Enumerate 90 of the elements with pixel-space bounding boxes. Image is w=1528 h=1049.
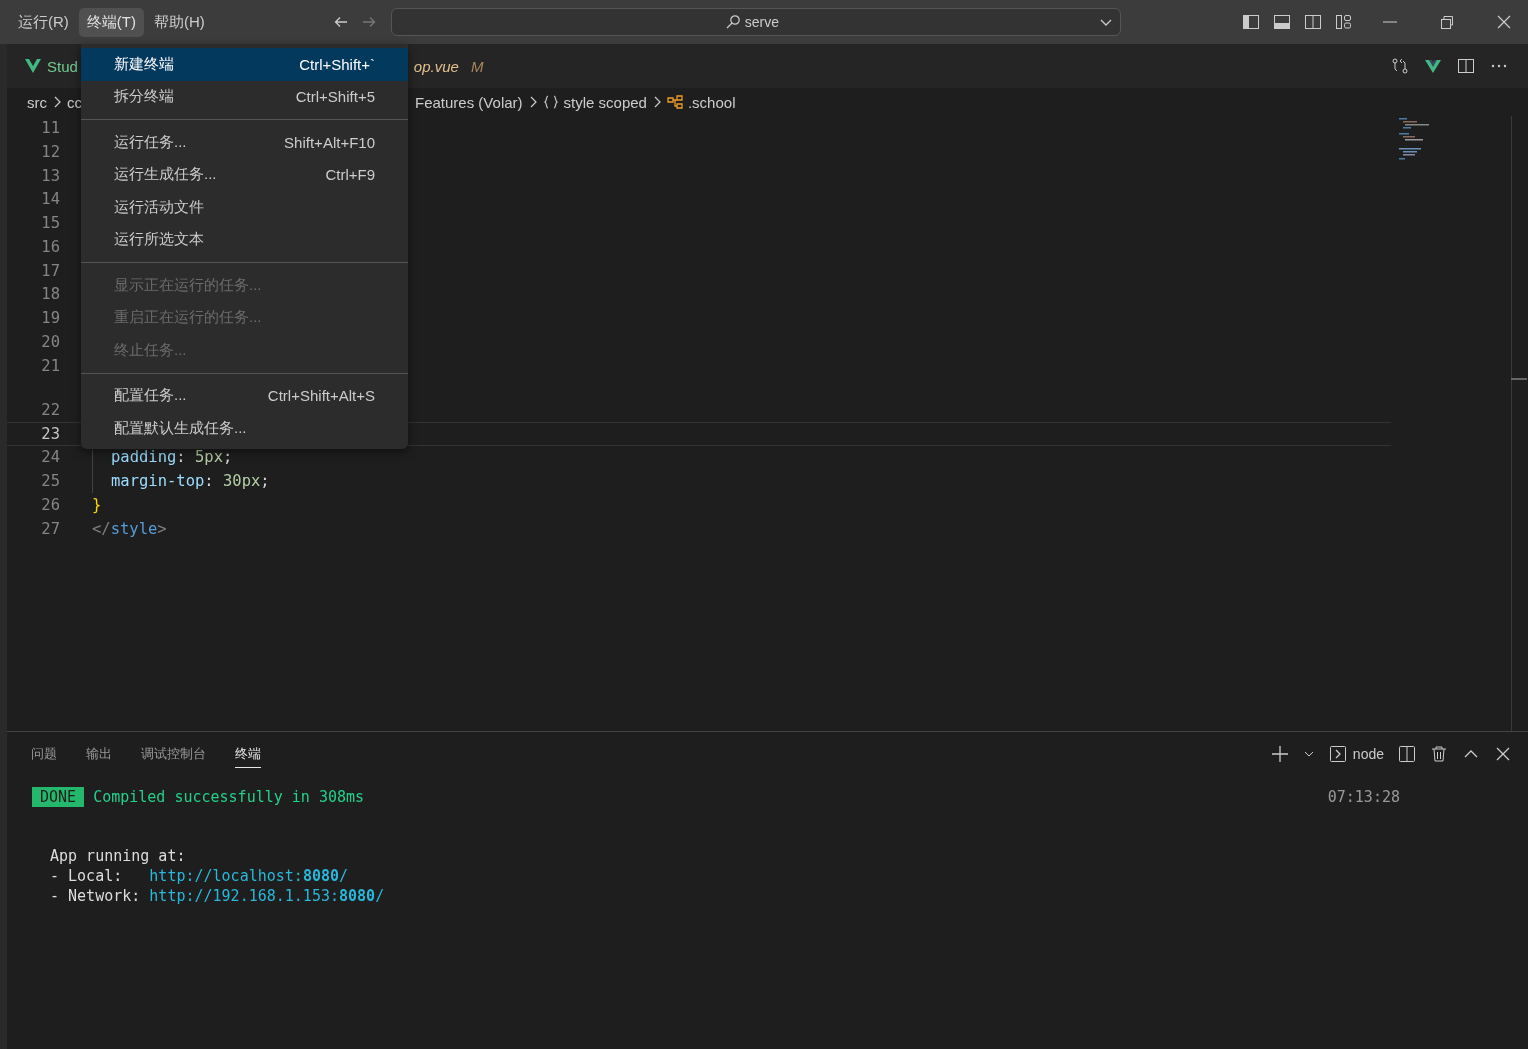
vue-logo-icon[interactable] [1424,57,1442,75]
line-number: 14 [40,189,60,211]
line-number: 25 [40,471,60,493]
shortcut-label: Ctrl+Shift+5 [295,88,375,106]
panel-toggle-icon[interactable] [1271,12,1292,32]
line-number: 27 [40,518,60,540]
line-number: 22 [40,399,60,421]
breadcrumb-item[interactable]: src [27,93,47,111]
menu-item[interactable]: 运行活动文件 [81,191,408,224]
panel-tab[interactable]: 输出 [86,740,112,768]
menu-item-label: 配置任务... [114,386,187,406]
split-layout-icon[interactable] [1302,12,1323,32]
terminal-text: App running at: [50,847,186,865]
scrollbar[interactable] [1511,378,1527,380]
code-line: margin-top: 30px; [92,469,270,494]
menu-item[interactable]: 配置任务... Ctrl+Shift+Alt+S [81,379,408,412]
menu-bar-item[interactable]: 运行(R) [10,7,77,37]
terminal-icon[interactable] [1328,745,1347,763]
menu-item-label: 终止任务... [114,340,187,360]
line-number: 12 [40,141,60,163]
restore-icon[interactable] [1438,14,1455,30]
sidebar-toggle-icon[interactable] [1240,12,1261,32]
menu-item[interactable]: 运行任务... Shift+Alt+F10 [81,126,408,159]
breadcrumb-item[interactable]: .school [687,93,736,111]
menu-item-label: 配置默认生成任务... [114,418,247,438]
braces-icon [542,94,559,110]
url-link[interactable]: http://localhost:8080/ [149,867,349,885]
line-number: 26 [40,495,60,517]
terminal-name[interactable]: node [1352,746,1384,762]
shortcut-label: Ctrl+Shift+Alt+S [267,387,375,405]
split-terminal-icon[interactable] [1398,745,1416,763]
command-center-text: serve [744,14,779,30]
menu-item[interactable]: 配置默认生成任务... [81,412,408,445]
breadcrumb-item[interactable]: style scoped [563,93,647,111]
shortcut-label: Shift+Alt+F10 [284,133,375,151]
line-number: 13 [40,165,60,187]
terminal-text: - Local: [50,867,124,885]
editor-tab[interactable]: Stud [7,44,78,88]
line-number: 11 [40,117,60,139]
menu-item-label: 新建终端 [114,54,174,74]
close-icon[interactable] [1495,14,1512,30]
chevron-right-icon [52,95,62,109]
breadcrumb-item[interactable]: cc [67,93,82,111]
search-icon [724,14,741,30]
trash-icon[interactable] [1430,745,1448,763]
menu-item[interactable]: 新建终端 Ctrl+Shift+` [81,48,408,81]
panel-tab[interactable]: 问题 [31,740,57,768]
compare-changes-icon[interactable] [1391,57,1409,75]
timestamp: 07:13:28 [1327,788,1400,806]
menu-item[interactable]: 运行生成任务... Ctrl+F9 [81,158,408,191]
line-number: 21 [40,355,60,377]
close-icon[interactable] [1494,745,1512,763]
line-number: 23 [40,423,60,445]
menu-item-label: 运行生成任务... [114,165,217,185]
editor-tab[interactable]: op.vue M [413,44,484,88]
menu-item-label: 运行所选文本 [114,230,204,250]
menu-item[interactable]: 拆分终端 Ctrl+Shift+5 [81,80,408,113]
vue-file-icon [25,58,41,74]
menu-item-label: 显示正在运行的任务... [114,275,262,295]
line-number: 17 [40,260,60,282]
menu-item-label: 运行任务... [114,132,187,152]
command-center[interactable]: serve [390,8,1121,36]
back-arrow-icon[interactable] [332,14,349,30]
line-number: 20 [40,332,60,354]
terminal-text: - Network: [50,887,142,905]
menu-item-label: 重启正在运行的任务... [114,308,262,328]
line-number: 18 [40,284,60,306]
menu-item-label: 运行活动文件 [114,197,204,217]
shortcut-label: Ctrl+F9 [325,166,375,184]
menu-bar-item[interactable]: 帮助(H) [146,7,213,37]
class-symbol-icon [666,94,683,110]
code-line: } [92,495,102,517]
code-line: </style> [92,518,167,540]
menu-item[interactable]: 运行所选文本 [81,223,408,256]
split-editor-icon[interactable] [1457,57,1475,75]
line-number: 16 [40,236,60,258]
layout-grid-icon[interactable] [1333,12,1354,32]
panel-tab[interactable]: 调试控制台 [141,740,206,768]
panel-tab[interactable]: 终端 [235,740,261,768]
plus-icon[interactable] [1270,745,1289,763]
terminal-text: Compiled successfully in 308ms [93,788,366,806]
shortcut-label: Ctrl+Shift+` [299,55,375,73]
breadcrumb-item[interactable]: Features (Volar) [415,93,523,111]
line-number: 19 [40,308,60,330]
line-number: 24 [40,447,60,469]
status-badge: DONE [32,787,85,807]
menu-item-label: 拆分终端 [114,87,174,107]
line-number: 15 [40,213,60,235]
url-link[interactable]: http://192.168.1.153:8080/ [149,887,385,905]
menu-bar-item[interactable]: 终端(T) [78,7,144,37]
